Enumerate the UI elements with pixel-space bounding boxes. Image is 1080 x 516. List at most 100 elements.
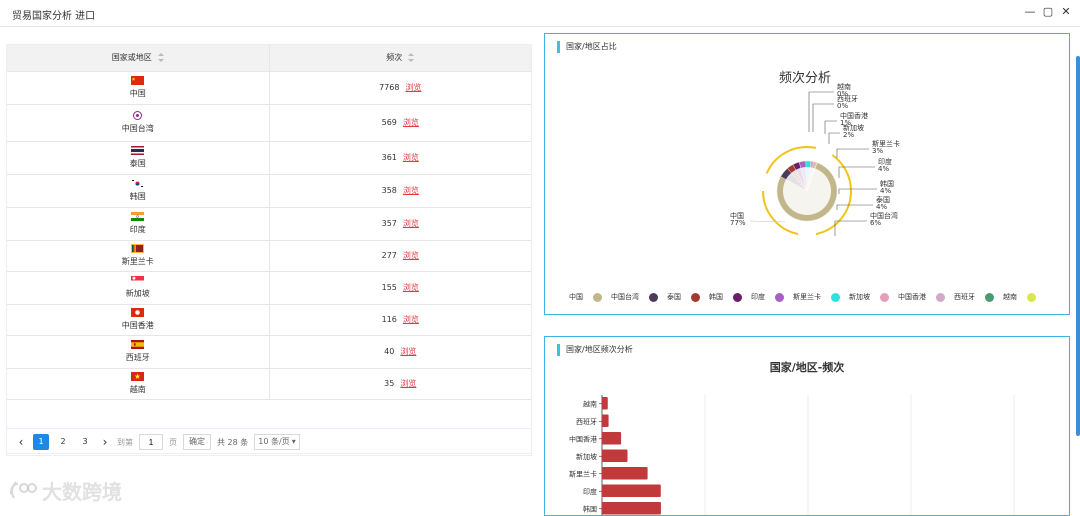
page-size-select[interactable]: 10 条/页 ▾	[254, 434, 300, 450]
column-header-country[interactable]: 国家或地区	[7, 45, 270, 72]
bar[interactable]	[602, 467, 648, 480]
browse-link[interactable]: 浏览	[403, 118, 419, 127]
legend-dot-icon	[936, 292, 945, 302]
browse-link[interactable]: 浏览	[403, 219, 419, 228]
sort-icon[interactable]	[408, 53, 415, 63]
legend-item[interactable]: 斯里兰卡	[793, 292, 840, 302]
pie-label-percent: 1%	[840, 119, 851, 127]
table-row: 斯里兰卡 277 浏览	[7, 240, 531, 272]
flag-icon	[131, 308, 145, 317]
page-3-button[interactable]: 3	[77, 434, 93, 450]
confirm-button[interactable]: 确定	[183, 434, 211, 450]
pie-chart: 频次分析 中国77%中国台湾6%泰国4%韩国4%印度4%斯里兰卡3%新加坡2%中…	[730, 70, 900, 236]
pie-label-percent: 0%	[837, 90, 848, 98]
bar-category-label: 印度	[583, 487, 597, 496]
browse-link[interactable]: 浏览	[403, 283, 419, 292]
browse-link[interactable]: 浏览	[403, 186, 419, 195]
country-cell: 韩国	[7, 174, 270, 208]
legend-item[interactable]: 中国	[569, 292, 602, 302]
country-cell: 中国台湾	[7, 104, 270, 142]
bar[interactable]	[602, 397, 608, 410]
table-row: 中国 7768 浏览	[7, 71, 531, 105]
bar[interactable]	[602, 414, 609, 428]
legend-item[interactable]: 韩国	[709, 292, 742, 302]
browse-link[interactable]: 浏览	[403, 153, 419, 162]
maximize-icon[interactable]: ▢	[1042, 5, 1054, 19]
legend-item[interactable]: 新加坡	[849, 292, 889, 302]
pie-legend: 中国 中国台湾 泰国 韩国 印度 斯里兰卡 新加坡 中国香港 西班牙 越南	[569, 292, 1036, 302]
legend-label: 西班牙	[954, 293, 975, 301]
browse-link[interactable]: 浏览	[405, 83, 421, 92]
pie-label-line	[812, 103, 834, 132]
count-value: 361	[381, 153, 397, 162]
bar-panel: 国家/地区频次分析 国家/地区-频次 越南 西班牙 中国香港 新加坡 斯里兰卡 印度 韩国	[544, 336, 1070, 516]
pie-panel: 国家/地区占比 频次分析 中国 77% 中国台湾 6% 泰国 4% 韩国 4% 印度 4% 斯里兰卡…	[544, 33, 1070, 315]
country-cell: 泰国	[7, 141, 270, 175]
pie-center	[783, 167, 831, 215]
pie-label-line	[834, 220, 867, 236]
legend-label: 印度	[751, 293, 765, 301]
goto-label: 到第	[117, 437, 133, 447]
country-name: 中国香港	[121, 321, 154, 330]
bar-category-label: 越南	[583, 399, 597, 408]
prev-page-icon[interactable]: ‹	[15, 435, 27, 449]
close-icon[interactable]: ✕	[1060, 5, 1072, 19]
minimize-icon[interactable]: —	[1024, 5, 1036, 19]
browse-link[interactable]: 浏览	[400, 379, 416, 388]
legend-item[interactable]: 中国香港	[898, 292, 945, 302]
page-1-button[interactable]: 1	[33, 434, 49, 450]
country-name: 新加坡	[125, 289, 150, 298]
pie-chart-title: 频次分析	[779, 70, 831, 86]
country-name: 越南	[129, 385, 146, 394]
column-header-count[interactable]: 频次	[269, 45, 531, 72]
browse-link[interactable]: 浏览	[403, 315, 419, 324]
legend-item[interactable]: 西班牙	[954, 292, 994, 302]
bar[interactable]	[602, 502, 661, 515]
bar[interactable]	[602, 449, 628, 463]
legend-item[interactable]: 中国台湾	[611, 292, 658, 302]
legend-dot-icon	[593, 292, 602, 302]
count-cell: 35 浏览	[269, 368, 531, 400]
next-page-icon[interactable]: ›	[99, 435, 111, 449]
country-cell: 斯里兰卡	[7, 240, 270, 272]
bar[interactable]	[602, 432, 622, 445]
legend-item[interactable]: 印度	[751, 292, 784, 302]
legend-label: 泰国	[667, 293, 681, 301]
table-row: 新加坡 155 浏览	[7, 271, 531, 305]
count-cell: 116 浏览	[269, 304, 531, 336]
browse-link[interactable]: 浏览	[400, 347, 416, 356]
scrollbar[interactable]	[1076, 56, 1080, 436]
count-cell: 569 浏览	[269, 104, 531, 142]
pie-label-percent: 2%	[843, 131, 854, 139]
page-jump-input[interactable]	[139, 434, 163, 450]
flag-icon	[131, 244, 145, 253]
page-unit-label: 页	[169, 437, 177, 447]
count-value: 569	[381, 118, 397, 127]
country-name: 韩国	[129, 192, 146, 201]
bar[interactable]	[602, 484, 661, 498]
legend-dot-icon	[733, 292, 742, 302]
legend-label: 新加坡	[849, 293, 870, 301]
watermark: 大数跨境	[8, 476, 122, 505]
window-title: 贸易国家分析 进口	[12, 11, 96, 22]
sort-icon[interactable]	[157, 53, 164, 63]
country-name: 泰国	[129, 159, 146, 168]
count-value: 277	[381, 251, 397, 260]
pie-label-percent: 6%	[870, 219, 881, 227]
legend-item[interactable]: 越南	[1003, 292, 1036, 302]
page-2-button[interactable]: 2	[55, 434, 71, 450]
count-value: 155	[381, 283, 397, 292]
column-header-label: 国家或地区	[111, 53, 152, 63]
flag-icon	[133, 111, 143, 120]
column-header-label: 频次	[386, 53, 403, 63]
browse-link[interactable]: 浏览	[403, 251, 419, 260]
pie-label-line	[838, 188, 877, 194]
bar-chart-title: 国家/地区-频次	[770, 360, 845, 374]
table-row: 中国台湾 569 浏览	[7, 104, 531, 142]
count-cell: 7768 浏览	[269, 71, 531, 105]
table-row: 韩国 358 浏览	[7, 174, 531, 208]
legend-item[interactable]: 泰国	[667, 292, 700, 302]
legend-label: 中国	[569, 293, 583, 301]
legend-dot-icon	[691, 292, 700, 302]
count-cell: 361 浏览	[269, 141, 531, 175]
